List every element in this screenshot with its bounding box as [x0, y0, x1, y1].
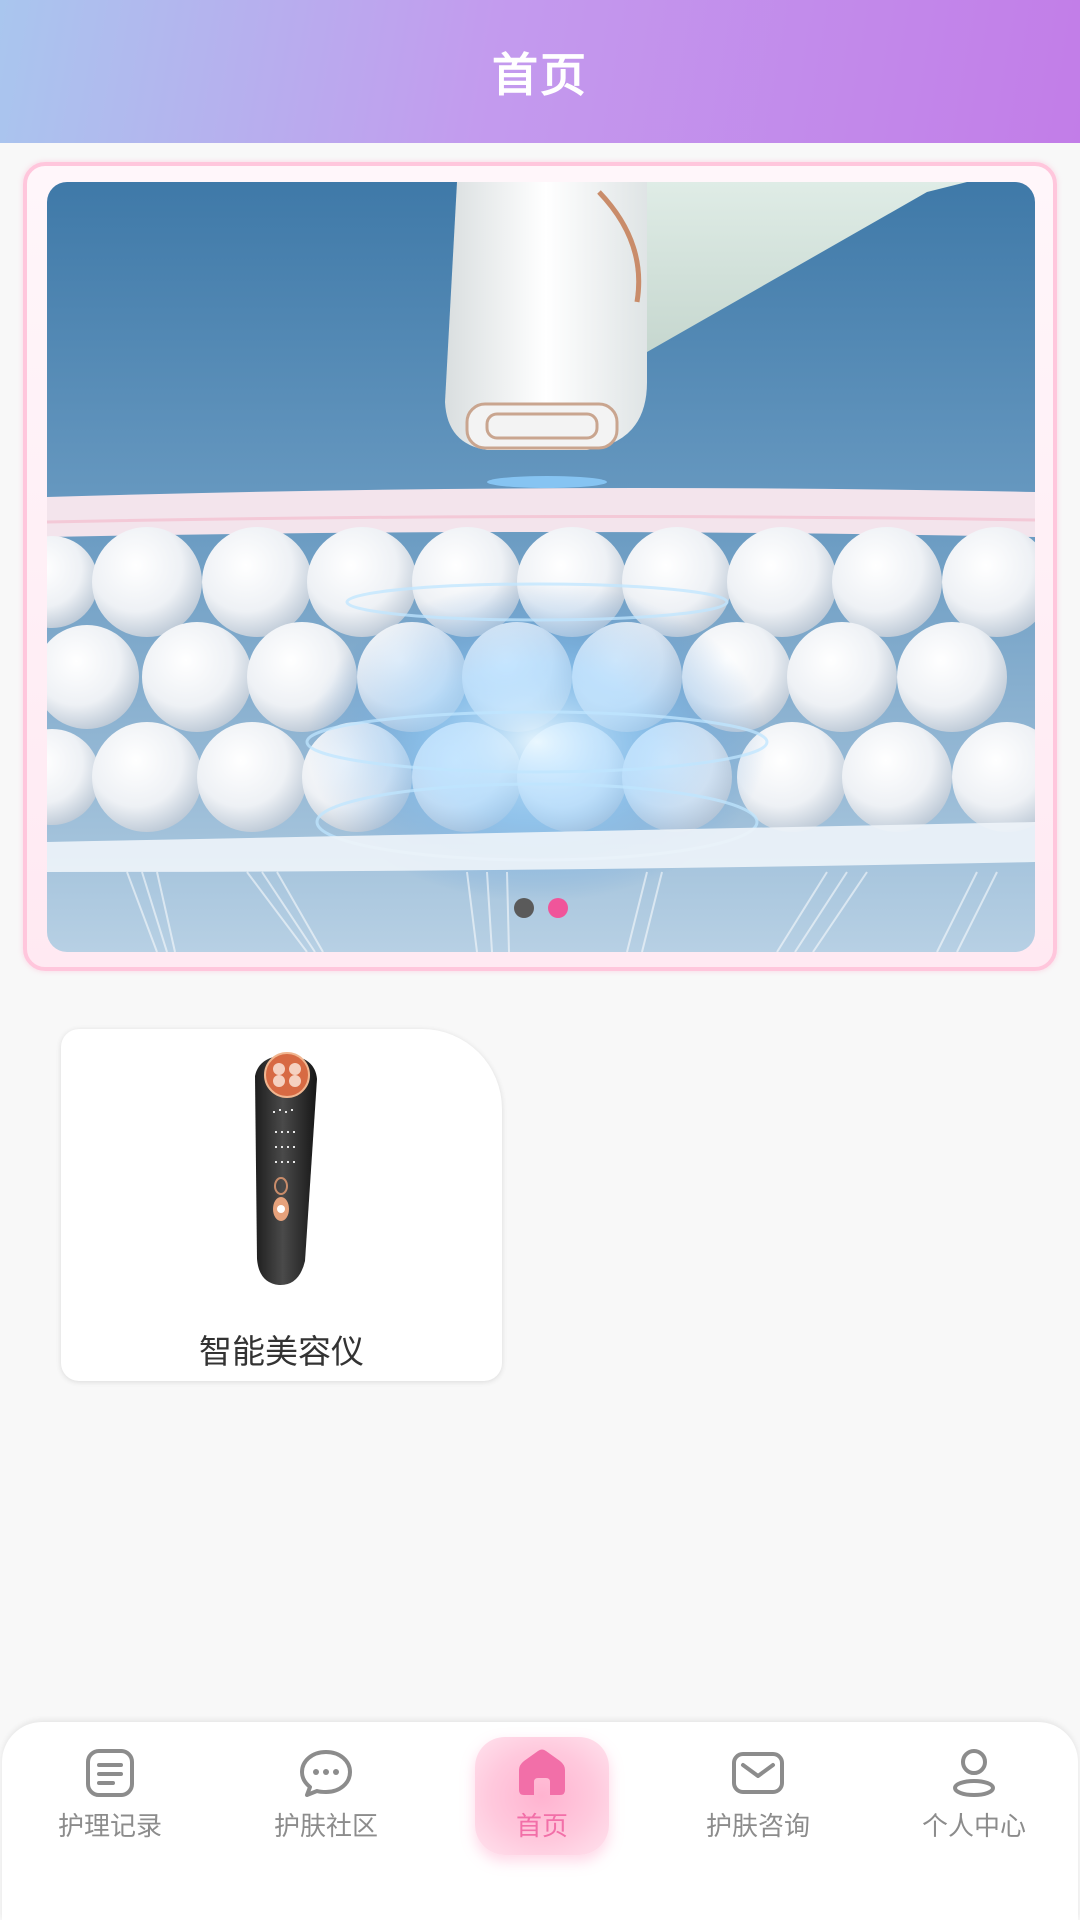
top-header: 首页	[0, 0, 1080, 143]
document-icon	[86, 1749, 134, 1797]
nav-item-skincare-community[interactable]: 护肤社区	[256, 1722, 396, 1862]
user-icon	[953, 1749, 995, 1797]
mail-icon	[732, 1752, 784, 1794]
carousel-dot-1[interactable]	[514, 898, 534, 918]
product-card-beauty-device[interactable]: 智能美容仪	[61, 1029, 502, 1381]
chat-bubble-icon	[300, 1750, 352, 1797]
nav-label-care-records: 护理记录	[57, 1812, 162, 1842]
product-label: 智能美容仪	[199, 1332, 364, 1371]
banner-frame	[23, 162, 1057, 971]
nav-item-personal-center[interactable]: 个人中心	[904, 1722, 1044, 1862]
nav-label-personal-center: 个人中心	[921, 1812, 1026, 1842]
banner-image	[47, 182, 1035, 952]
bottom-nav-bar: 护理记录 护肤社区 首页 护肤咨询 个人中心	[2, 1722, 1078, 1920]
nav-item-care-records[interactable]: 护理记录	[40, 1722, 180, 1862]
nav-label-skincare-community: 护肤社区	[273, 1812, 378, 1842]
page-title: 首页	[492, 47, 588, 102]
beauty-device-image	[61, 1051, 502, 1291]
banner-carousel[interactable]	[47, 182, 1035, 952]
nav-item-skincare-consult[interactable]: 护肤咨询	[688, 1722, 828, 1862]
nav-label-home: 首页	[515, 1812, 568, 1842]
carousel-dot-2-active[interactable]	[548, 898, 568, 918]
home-icon	[519, 1749, 565, 1795]
nav-item-home[interactable]: 首页	[472, 1722, 612, 1862]
nav-label-skincare-consult: 护肤咨询	[705, 1812, 810, 1842]
carousel-indicator[interactable]	[47, 898, 1035, 918]
